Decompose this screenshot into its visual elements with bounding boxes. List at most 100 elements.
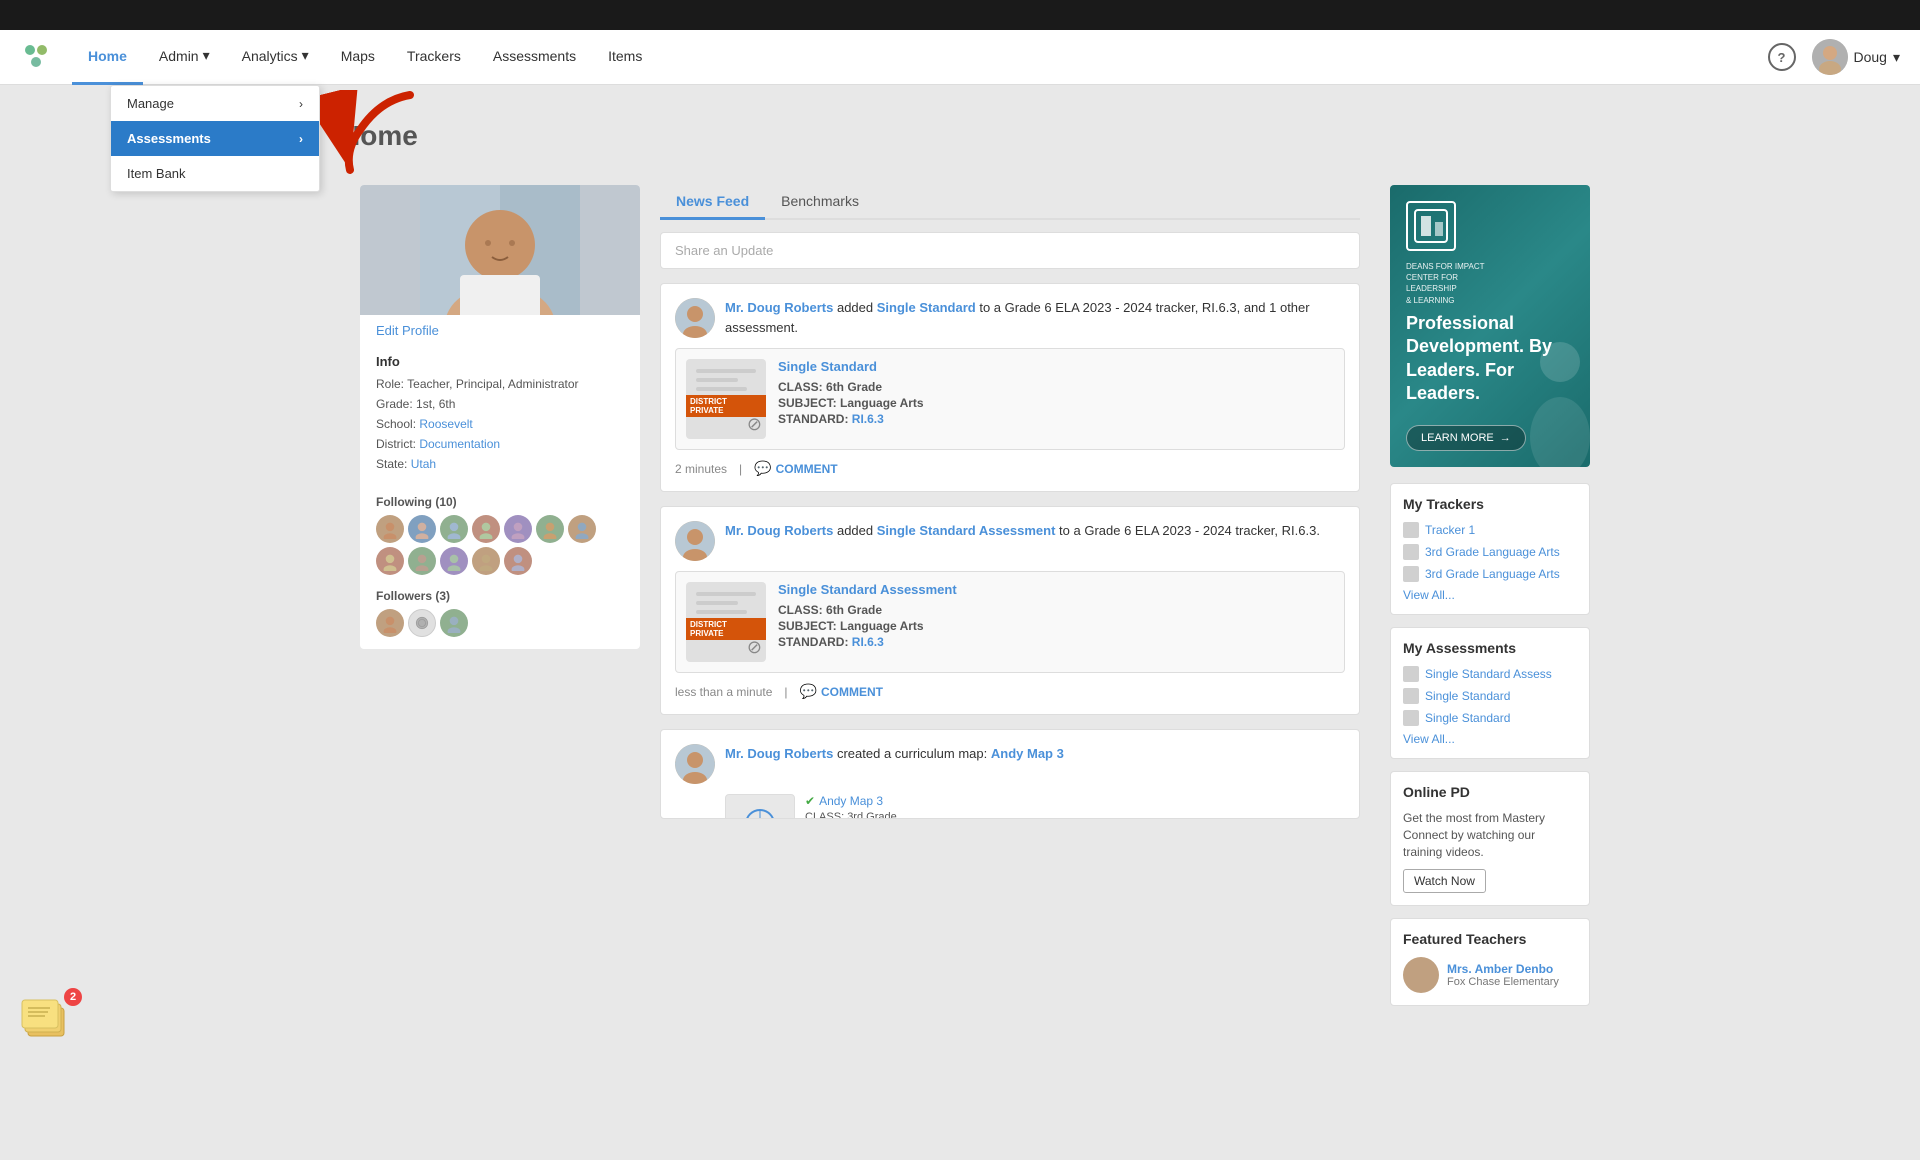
no-entry-icon: ⊘: [747, 414, 762, 435]
feed-footer: 2 minutes | 💬 COMMENT: [675, 460, 1345, 477]
teacher-name[interactable]: Mrs. Amber Denbo: [1447, 962, 1559, 976]
page-title: Home: [340, 120, 418, 152]
follower-avatar[interactable]: [376, 547, 404, 575]
map-title[interactable]: ✔ Andy Map 3: [805, 794, 931, 808]
follower-avatar[interactable]: [536, 515, 564, 543]
state-link[interactable]: Utah: [411, 457, 436, 471]
district-row: District: Documentation: [376, 435, 624, 453]
assessment-item[interactable]: Single Standard: [1403, 710, 1577, 726]
featured-teachers-title: Featured Teachers: [1403, 931, 1577, 947]
user-menu[interactable]: Doug ▾: [1812, 39, 1901, 75]
chevron-right-icon: ›: [299, 97, 303, 111]
feed-author[interactable]: Mr. Doug Roberts: [725, 300, 833, 315]
feed-item-header: Mr. Doug Roberts added Single Standard A…: [675, 521, 1345, 561]
followers-title: Followers (3): [376, 589, 624, 603]
teacher-school: Fox Chase Elementary: [1447, 976, 1559, 988]
view-all-assessments[interactable]: View All...: [1403, 732, 1577, 746]
follower-avatar[interactable]: [440, 547, 468, 575]
assessment-info: Single Standard Assessment CLASS: 6th Gr…: [778, 582, 1334, 662]
follower-avatar[interactable]: [376, 515, 404, 543]
dropdown-item-bank[interactable]: Item Bank: [111, 156, 319, 191]
dropdown-manage[interactable]: Manage ›: [111, 86, 319, 121]
follower-avatar[interactable]: [376, 609, 404, 637]
assessment-info: Single Standard CLASS: 6th Grade SUBJECT…: [778, 359, 1334, 439]
feed-item-name[interactable]: Single Standard Assessment: [877, 523, 1056, 538]
comment-icon: 💬: [800, 683, 817, 700]
online-pd-section: Online PD Get the most from Mastery Conn…: [1390, 771, 1590, 905]
dropdown-assessments[interactable]: Assessments ›: [111, 121, 319, 156]
role-row: Role: Teacher, Principal, Administrator: [376, 375, 624, 393]
follower-avatar[interactable]: [440, 515, 468, 543]
comment-button[interactable]: 💬 COMMENT: [754, 460, 837, 477]
center-feed: News Feed Benchmarks Share an Update Mr.…: [660, 185, 1360, 1140]
nav-right: ? Doug ▾: [1768, 39, 1901, 75]
follower-avatar[interactable]: [408, 547, 436, 575]
assessment-item[interactable]: Single Standard Assess: [1403, 666, 1577, 682]
info-title: Info: [376, 354, 624, 369]
nav-trackers[interactable]: Trackers: [391, 30, 477, 85]
feed-avatar: [675, 298, 715, 338]
follower-avatar[interactable]: [472, 547, 500, 575]
learn-more-button[interactable]: LEARN MORE →: [1406, 425, 1526, 451]
follower-avatar[interactable]: [408, 515, 436, 543]
assessment-thumbnail: DISTRICT PRIVATE ⊘: [686, 359, 766, 439]
tracker-item[interactable]: 3rd Grade Language Arts: [1403, 566, 1577, 582]
follower-avatar[interactable]: [440, 609, 468, 637]
tracker-item[interactable]: Tracker 1: [1403, 522, 1577, 538]
feed-text: Mr. Doug Roberts added Single Standard t…: [725, 298, 1345, 338]
share-update-input[interactable]: Share an Update: [660, 232, 1360, 269]
teacher-avatar: [1403, 957, 1439, 993]
following-avatars: [376, 515, 624, 575]
assessment-subject: SUBJECT: Language Arts: [778, 619, 1334, 633]
feed-item-name[interactable]: Single Standard: [877, 300, 976, 315]
featured-teachers-section: Featured Teachers Mrs. Amber Denbo Fox C…: [1390, 918, 1590, 1006]
chevron-right-icon: ›: [299, 132, 303, 146]
nav-maps[interactable]: Maps: [325, 30, 391, 85]
nav-home[interactable]: Home: [72, 30, 143, 85]
edit-profile-link[interactable]: Edit Profile: [360, 315, 640, 346]
view-all-trackers[interactable]: View All...: [1403, 588, 1577, 602]
assessment-title[interactable]: Single Standard Assessment: [778, 582, 1334, 597]
follower-avatar[interactable]: [568, 515, 596, 543]
district-link[interactable]: Documentation: [419, 437, 500, 451]
notification-stack[interactable]: 2: [20, 990, 90, 1060]
feed-author[interactable]: Mr. Doug Roberts: [725, 523, 833, 538]
follower-avatar[interactable]: [504, 515, 532, 543]
following-title: Following (10): [376, 495, 624, 509]
tab-benchmarks[interactable]: Benchmarks: [765, 185, 875, 220]
feed-footer: less than a minute | 💬 COMMENT: [675, 683, 1345, 700]
online-pd-description: Get the most from Mastery Connect by wat…: [1403, 810, 1577, 860]
feed-item-header: Mr. Doug Roberts added Single Standard t…: [675, 298, 1345, 338]
right-panel: DEANS FOR IMPACTCENTER FORLEADERSHIP& LE…: [1390, 185, 1590, 1140]
nav-admin[interactable]: Admin ▾: [143, 30, 226, 85]
help-button[interactable]: ?: [1768, 43, 1796, 71]
my-trackers-section: My Trackers Tracker 1 3rd Grade Language…: [1390, 483, 1590, 615]
chevron-down-icon: ▾: [1893, 49, 1900, 66]
feed-author[interactable]: Mr. Doug Roberts: [725, 746, 833, 761]
nav-items[interactable]: Items: [592, 30, 658, 85]
assessment-icon: [1403, 688, 1419, 704]
assessment-title[interactable]: Single Standard: [778, 359, 1334, 374]
watch-now-button[interactable]: Watch Now: [1403, 869, 1486, 893]
follower-avatar[interactable]: [408, 609, 436, 637]
ad-subtitle: DEANS FOR IMPACTCENTER FORLEADERSHIP& LE…: [1406, 261, 1574, 306]
school-row: School: Roosevelt: [376, 415, 624, 433]
assessment-item[interactable]: Single Standard: [1403, 688, 1577, 704]
admin-dropdown: Manage › Assessments › Item Bank: [110, 85, 320, 192]
tab-news-feed[interactable]: News Feed: [660, 185, 765, 220]
app-logo[interactable]: [20, 40, 52, 75]
follower-avatar[interactable]: [504, 547, 532, 575]
feed-item-header: Mr. Doug Roberts created a curriculum ma…: [675, 744, 1345, 784]
top-bar: [0, 0, 1920, 30]
feed-item-name[interactable]: Andy Map 3: [991, 746, 1064, 761]
follower-list: [376, 609, 624, 637]
comment-button[interactable]: 💬 COMMENT: [800, 683, 883, 700]
left-panel: Edit Profile Info Role: Teacher, Princip…: [360, 185, 640, 1140]
user-avatar: [1812, 39, 1848, 75]
nav-analytics[interactable]: Analytics ▾: [226, 30, 325, 85]
comment-icon: 💬: [754, 460, 771, 477]
tracker-item[interactable]: 3rd Grade Language Arts: [1403, 544, 1577, 560]
nav-assessments[interactable]: Assessments: [477, 30, 592, 85]
follower-avatar[interactable]: [472, 515, 500, 543]
school-link[interactable]: Roosevelt: [419, 417, 472, 431]
